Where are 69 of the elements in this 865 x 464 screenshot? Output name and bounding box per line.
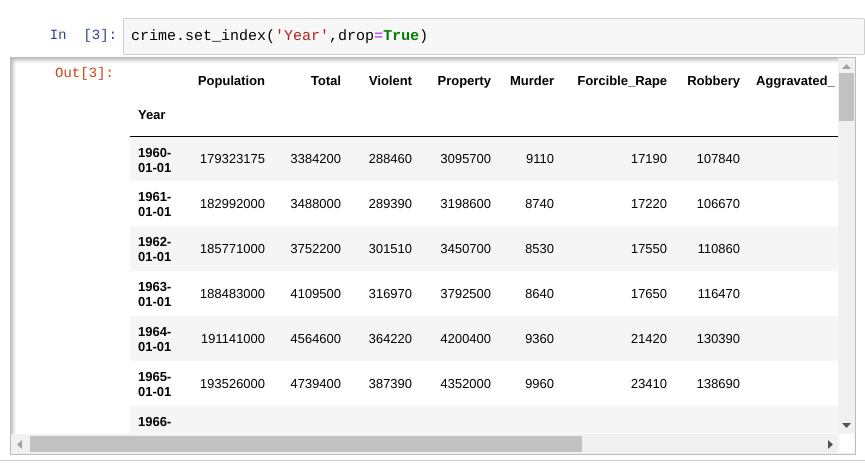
table-cell: 130390	[696, 330, 740, 346]
table-cell: 138690	[696, 376, 740, 391]
table-cell: 288460	[368, 151, 412, 166]
table-cell: 110860	[698, 240, 740, 256]
table-cell: 4564600	[290, 330, 341, 346]
row-index: 1960-01-01	[138, 144, 172, 174]
vertical-scrollbar[interactable]	[838, 58, 855, 434]
table-cell: 301510	[368, 240, 412, 256]
table-cell: 3198600	[440, 196, 491, 211]
table-cell: 23410	[630, 376, 667, 391]
scroll-up-icon[interactable]	[842, 64, 851, 69]
table-cell: 3488000	[290, 196, 341, 211]
row-index: 1961-01-01	[138, 189, 172, 219]
row-index: 1964-01-01	[138, 324, 172, 354]
table-cell: 9960	[525, 376, 554, 391]
horizontal-scrollbar[interactable]	[11, 434, 839, 454]
column-header: Population	[198, 73, 265, 88]
table-cell: 17650	[630, 286, 667, 301]
table-cell: 4352000	[440, 376, 491, 391]
output-prompt: Out[3]:	[55, 65, 114, 84]
table-cell: 17550	[630, 240, 667, 256]
table-cell: 107840	[696, 151, 740, 166]
scroll-down-icon[interactable]	[842, 423, 851, 428]
row-index: 1963-01-01	[138, 279, 172, 309]
table-cell: 17190	[630, 151, 667, 166]
scrollbar-thumb[interactable]	[30, 436, 582, 452]
table-cell: 3792500	[440, 286, 491, 301]
scroll-left-icon[interactable]	[17, 440, 22, 449]
row-index: 1962-01-01	[138, 234, 172, 264]
table-cell: 188483000	[200, 286, 265, 301]
table-cell: 17220	[630, 196, 667, 211]
column-header: Total	[310, 73, 341, 88]
table-cell: 191141000	[200, 330, 265, 346]
table-cell: 4109500	[290, 286, 341, 301]
table-cell: 193526000	[200, 376, 265, 391]
table-cell: 3095700	[440, 151, 491, 166]
table-cell: 3384200	[290, 151, 341, 166]
table-cell: 3752200	[290, 240, 341, 256]
table-cell: 185771000	[200, 240, 265, 256]
table-cell: 387390	[368, 376, 412, 391]
table-cell: 364220	[368, 330, 412, 346]
table-cell: 4739400	[290, 376, 341, 391]
table-cell: 9360	[525, 330, 554, 346]
code-cell[interactable]: crime.set_index('Year',drop=True)	[123, 18, 865, 55]
column-header: Robbery	[687, 73, 740, 88]
table-cell: 8740	[525, 196, 554, 211]
index-header: Year	[138, 107, 166, 122]
table-cell: 4200400	[440, 330, 491, 346]
row-index: 1966-	[138, 414, 172, 429]
column-header: Murder	[510, 73, 554, 88]
table-cell: 179323175	[200, 151, 265, 166]
scroll-right-icon[interactable]	[828, 440, 833, 449]
column-header: Forcible_Rape	[577, 73, 667, 88]
table-cell: 3450700	[440, 240, 491, 256]
table-cell: 182992000	[200, 196, 265, 211]
table-cell: 289390	[368, 196, 412, 211]
table-cell: 8530	[525, 240, 554, 256]
table-cell: 106670	[696, 196, 740, 211]
column-header: Property	[438, 73, 491, 88]
table-cell: 21420	[630, 330, 667, 346]
column-header: Violent	[368, 73, 412, 88]
table-cell: 116470	[698, 286, 740, 301]
row-index: 1965-01-01	[138, 369, 172, 399]
input-prompt: In [3]:	[48, 27, 118, 46]
table-cell: 316970	[368, 286, 412, 301]
scrollbar-thumb[interactable]	[839, 73, 854, 121]
table-cell: 9110	[526, 151, 554, 166]
column-header: Aggravated_	[756, 73, 835, 88]
table-cell: 8640	[525, 286, 554, 301]
